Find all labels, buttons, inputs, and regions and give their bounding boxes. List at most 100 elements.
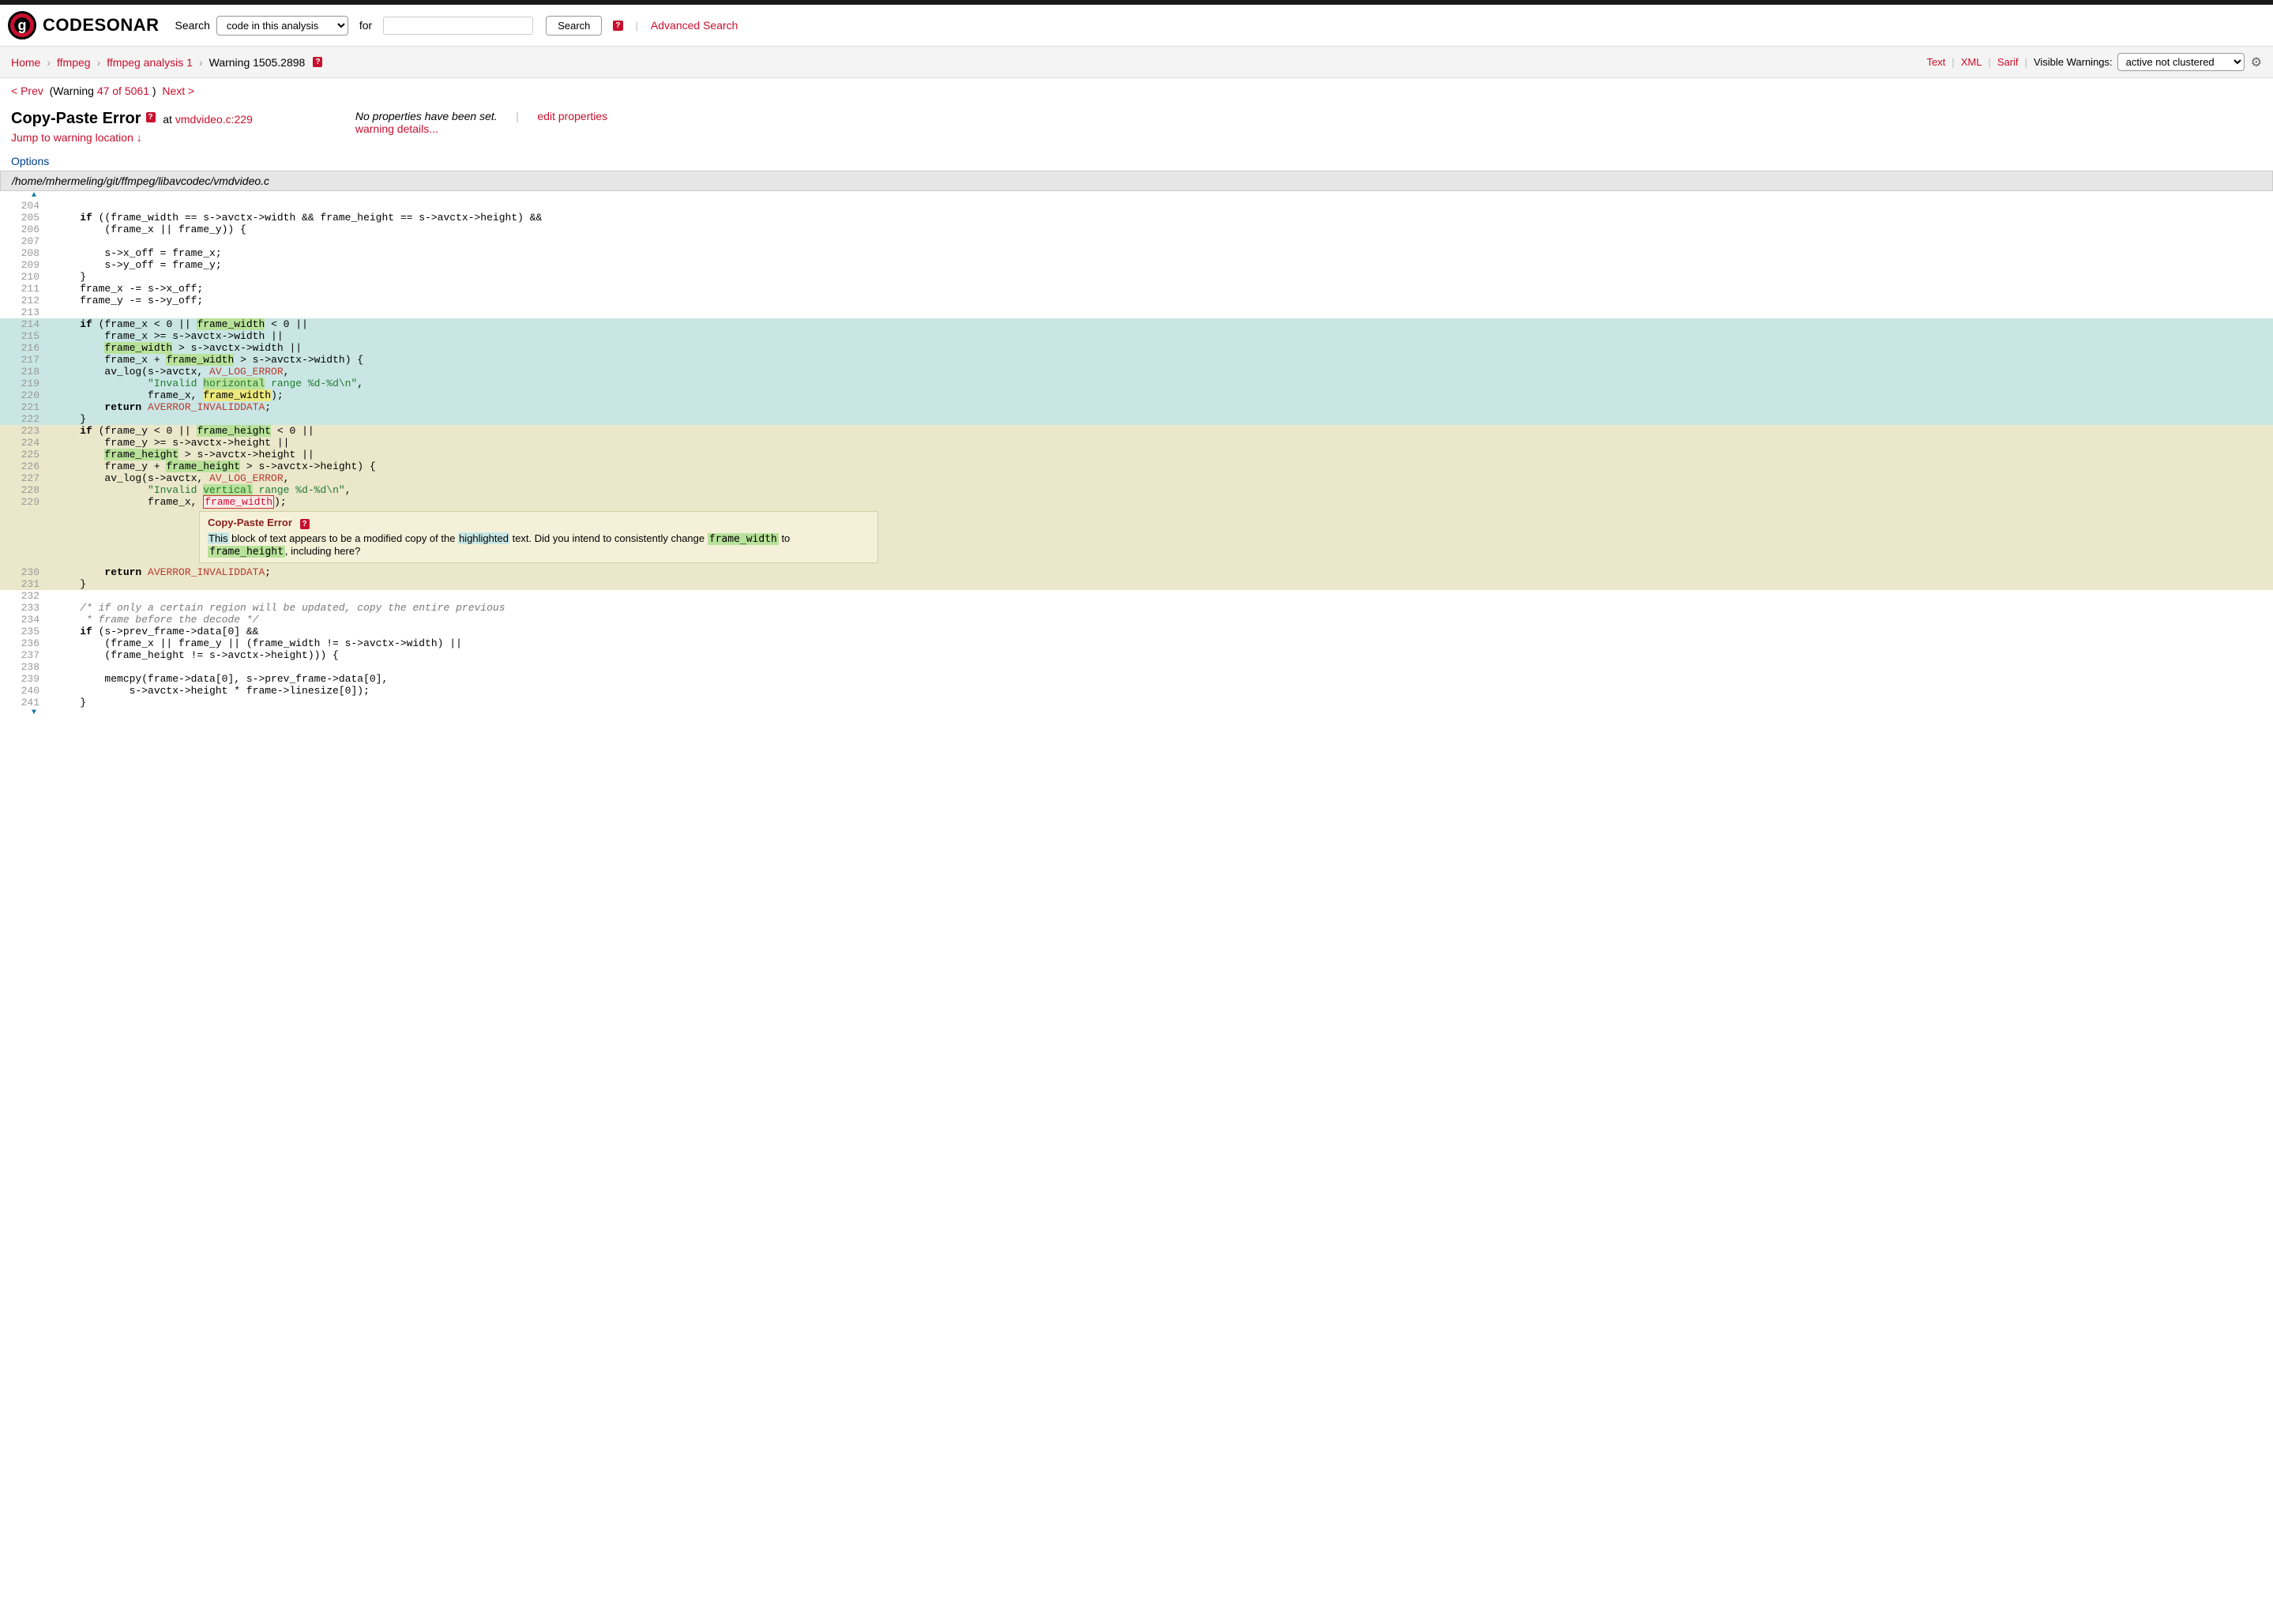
breadcrumb-home[interactable]: Home (11, 56, 40, 69)
breadcrumb-sep: › (199, 56, 203, 69)
prev-link[interactable]: < Prev (11, 85, 43, 97)
line-number: 235 (0, 626, 49, 637)
source-text: "Invalid horizontal range %d-%d\n", (49, 378, 2273, 389)
code-line: 206 (frame_x || frame_y)) { (0, 224, 2273, 235)
search-scope-select[interactable]: code in this analysis (216, 16, 348, 36)
breadcrumb-sep: › (97, 56, 101, 69)
warning-annotation: Copy-Paste Error ? This block of text app… (199, 511, 878, 563)
code-line: 225 frame_height > s->avctx->height || (0, 449, 2273, 461)
jump-to-warning-link[interactable]: Jump to warning location ↓ (11, 131, 142, 144)
line-number: 216 (0, 342, 49, 354)
help-icon[interactable]: ? (300, 519, 310, 529)
line-number: 239 (0, 673, 49, 685)
line-number: 209 (0, 259, 49, 271)
warning-title: Copy-Paste Error (11, 110, 141, 127)
search-input[interactable] (383, 17, 533, 35)
visible-warnings-select[interactable]: active not clustered (2117, 53, 2245, 71)
line-number: 214 (0, 318, 49, 330)
source-text: frame_y + frame_height > s->avctx->heigh… (49, 461, 2273, 472)
options-link[interactable]: Options (11, 155, 49, 167)
code-line: 237 (frame_height != s->avctx->height)))… (0, 649, 2273, 661)
divider: | (636, 20, 638, 32)
search-label: Search (175, 19, 210, 32)
help-icon[interactable]: ? (313, 57, 322, 67)
code-line: 232 (0, 590, 2273, 602)
pager-open: (Warning (50, 85, 97, 97)
source-text: frame_x, frame_width); (49, 389, 2273, 401)
code-line: 216 frame_width > s->avctx->width || (0, 342, 2273, 354)
location-link[interactable]: vmdvideo.c:229 (175, 113, 253, 126)
code-line: 239 memcpy(frame->data[0], s->prev_frame… (0, 673, 2273, 685)
line-number: 213 (0, 306, 49, 318)
line-number: 220 (0, 389, 49, 401)
code-line: 223 if (frame_y < 0 || frame_height < 0 … (0, 425, 2273, 437)
source-text: frame_x >= s->avctx->width || (49, 330, 2273, 342)
source-text (49, 200, 2273, 212)
code-line: 235 if (s->prev_frame->data[0] && (0, 626, 2273, 637)
line-number: 206 (0, 224, 49, 235)
divider: | (516, 110, 519, 122)
warning-details-link[interactable]: warning details... (355, 122, 438, 135)
search-for-label: for (359, 19, 372, 32)
gear-icon[interactable]: ⚙ (2251, 55, 2262, 70)
breadcrumb-project[interactable]: ffmpeg (57, 56, 91, 69)
line-number: 225 (0, 449, 49, 461)
source-text: (frame_height != s->avctx->height))) { (49, 649, 2273, 661)
export-text-link[interactable]: Text (1926, 56, 1945, 68)
source-text: "Invalid vertical range %d-%d\n", (49, 484, 2273, 496)
code-area: ▲ 204205 if ((frame_width == s->avctx->w… (0, 191, 2273, 717)
logo[interactable]: g CODESONAR (8, 11, 160, 39)
code-line: 236 (frame_x || frame_y || (frame_width … (0, 637, 2273, 649)
no-properties-label: No properties have been set. (355, 110, 498, 122)
export-xml-link[interactable]: XML (1961, 56, 1982, 68)
next-link[interactable]: Next > (162, 85, 194, 97)
line-number: 224 (0, 437, 49, 449)
code-line: 210 } (0, 271, 2273, 283)
breadcrumb-analysis[interactable]: ffmpeg analysis 1 (107, 56, 193, 69)
edit-properties-link[interactable]: edit properties (537, 110, 607, 122)
line-number: 240 (0, 685, 49, 697)
search-button[interactable]: Search (546, 16, 602, 36)
code-line: 218 av_log(s->avctx, AV_LOG_ERROR, (0, 366, 2273, 378)
source-text: frame_x -= s->x_off; (49, 283, 2273, 295)
source-text (49, 590, 2273, 602)
line-number: 238 (0, 661, 49, 673)
line-number: 219 (0, 378, 49, 389)
line-number: 241 (0, 697, 49, 709)
code-line: 208 s->x_off = frame_x; (0, 247, 2273, 259)
line-number: 204 (0, 200, 49, 212)
export-sarif-link[interactable]: Sarif (1997, 56, 2019, 68)
code-line: 231 } (0, 578, 2273, 590)
visible-warnings-label: Visible Warnings: (2034, 56, 2113, 68)
code-line: 224 frame_y >= s->avctx->height || (0, 437, 2273, 449)
code-line: 241 } (0, 697, 2273, 709)
source-text: s->avctx->height * frame->linesize[0]); (49, 685, 2273, 697)
source-text: } (49, 413, 2273, 425)
line-number: 227 (0, 472, 49, 484)
code-line: 229 frame_x, frame_width); (0, 496, 2273, 508)
code-line: 234 * frame before the decode */ (0, 614, 2273, 626)
line-number: 210 (0, 271, 49, 283)
right-tools: Text | XML | Sarif | Visible Warnings: a… (1926, 53, 2262, 71)
file-path: /home/mhermeling/git/ffmpeg/libavcodec/v… (0, 171, 2273, 191)
advanced-search-link[interactable]: Advanced Search (651, 19, 738, 32)
scroll-down-icon[interactable]: ▼ (0, 709, 2273, 717)
source-text: frame_y -= s->y_off; (49, 295, 2273, 306)
code-line: 207 (0, 235, 2273, 247)
code-line: 204 (0, 200, 2273, 212)
source-text: av_log(s->avctx, AV_LOG_ERROR, (49, 366, 2273, 378)
annotation-text: This block of text appears to be a modif… (208, 532, 870, 558)
annotation-title: Copy-Paste Error (208, 517, 292, 528)
help-icon[interactable]: ? (146, 112, 156, 122)
code-line: 205 if ((frame_width == s->avctx->width … (0, 212, 2273, 224)
scroll-up-icon[interactable]: ▲ (0, 191, 2273, 200)
line-number: 215 (0, 330, 49, 342)
source-text: s->y_off = frame_y; (49, 259, 2273, 271)
breadcrumb-sep: › (47, 56, 51, 69)
line-number: 205 (0, 212, 49, 224)
line-number: 211 (0, 283, 49, 295)
source-text: if ((frame_width == s->avctx->width && f… (49, 212, 2273, 224)
help-icon[interactable]: ? (613, 21, 622, 31)
source-text: (frame_x || frame_y)) { (49, 224, 2273, 235)
line-number: 207 (0, 235, 49, 247)
